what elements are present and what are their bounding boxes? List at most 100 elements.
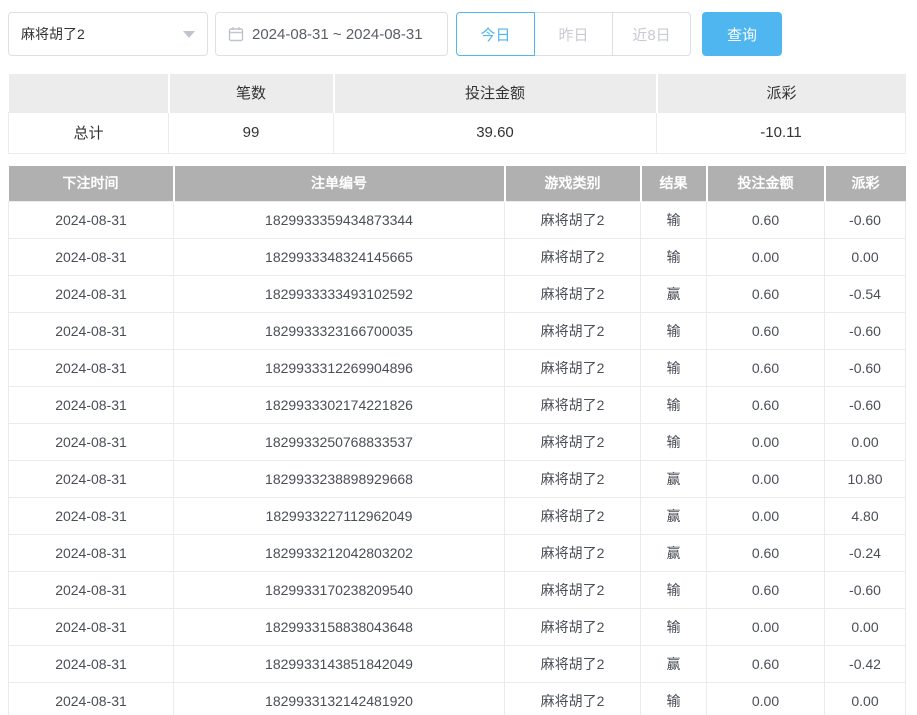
payout-cell: -0.60 [825, 387, 906, 424]
header-game-type: 游戏类别 [505, 166, 641, 202]
yesterday-button[interactable]: 昨日 [534, 12, 613, 56]
bet-amount-cell: 0.60 [707, 387, 825, 424]
game-type-cell: 麻将胡了2 [505, 646, 641, 683]
payout-cell: 0.00 [825, 609, 906, 646]
records-table: 下注时间 注单编号 游戏类别 结果 投注金额 派彩 2024-08-311829… [8, 166, 906, 715]
order-no-cell: 1829933333493102592 [174, 276, 505, 313]
result-cell: 输 [641, 239, 707, 276]
table-row: 2024-08-311829933132142481920麻将胡了2输0.000… [9, 683, 906, 715]
result-cell: 输 [641, 313, 707, 350]
header-payout: 派彩 [825, 166, 906, 202]
bet-amount-cell: 0.60 [707, 535, 825, 572]
bet-amount-cell: 0.60 [707, 276, 825, 313]
summary-total-row: 总计 99 39.60 -10.11 [9, 112, 906, 153]
summary-total-payout: -10.11 [657, 112, 906, 153]
payout-cell: 0.00 [825, 424, 906, 461]
summary-header-payout: 派彩 [657, 74, 906, 112]
bet-amount-cell: 0.00 [707, 683, 825, 715]
table-row: 2024-08-311829933333493102592麻将胡了2赢0.60-… [9, 276, 906, 313]
bet-time-cell: 2024-08-31 [9, 239, 174, 276]
result-cell: 赢 [641, 646, 707, 683]
game-type-cell: 麻将胡了2 [505, 424, 641, 461]
bet-amount-cell: 0.00 [707, 461, 825, 498]
game-type-cell: 麻将胡了2 [505, 609, 641, 646]
order-no-cell: 1829933227112962049 [174, 498, 505, 535]
bet-amount-cell: 0.60 [707, 350, 825, 387]
payout-cell: -0.42 [825, 646, 906, 683]
bet-time-cell: 2024-08-31 [9, 202, 174, 239]
header-bet-amount: 投注金额 [707, 166, 825, 202]
bet-time-cell: 2024-08-31 [9, 535, 174, 572]
bet-time-cell: 2024-08-31 [9, 646, 174, 683]
order-no-cell: 1829933238898929668 [174, 461, 505, 498]
header-bet-time: 下注时间 [9, 166, 174, 202]
result-cell: 输 [641, 387, 707, 424]
game-select-value: 麻将胡了2 [21, 24, 85, 44]
payout-cell: 0.00 [825, 239, 906, 276]
table-row: 2024-08-311829933227112962049麻将胡了2赢0.004… [9, 498, 906, 535]
result-cell: 赢 [641, 498, 707, 535]
table-row: 2024-08-311829933238898929668麻将胡了2赢0.001… [9, 461, 906, 498]
payout-cell: 4.80 [825, 498, 906, 535]
payout-cell: 10.80 [825, 461, 906, 498]
bet-time-cell: 2024-08-31 [9, 609, 174, 646]
game-type-cell: 麻将胡了2 [505, 276, 641, 313]
table-row: 2024-08-311829933302174221826麻将胡了2输0.60-… [9, 387, 906, 424]
order-no-cell: 1829933143851842049 [174, 646, 505, 683]
result-cell: 输 [641, 683, 707, 715]
table-row: 2024-08-311829933212042803202麻将胡了2赢0.60-… [9, 535, 906, 572]
records-body: 2024-08-311829933359434873344麻将胡了2输0.60-… [9, 202, 906, 715]
result-cell: 赢 [641, 461, 707, 498]
summary-table: 笔数 投注金额 派彩 总计 99 39.60 -10.11 [8, 74, 906, 154]
bet-time-cell: 2024-08-31 [9, 276, 174, 313]
payout-cell: 0.00 [825, 683, 906, 715]
last-8-days-button[interactable]: 近8日 [612, 12, 691, 56]
calendar-icon [228, 26, 244, 42]
bet-time-cell: 2024-08-31 [9, 313, 174, 350]
game-type-cell: 麻将胡了2 [505, 572, 641, 609]
payout-cell: -0.60 [825, 313, 906, 350]
result-cell: 输 [641, 202, 707, 239]
order-no-cell: 1829933348324145665 [174, 239, 505, 276]
search-button[interactable]: 查询 [702, 12, 782, 56]
bet-amount-cell: 0.00 [707, 609, 825, 646]
summary-header-empty [9, 74, 169, 112]
records-header-row: 下注时间 注单编号 游戏类别 结果 投注金额 派彩 [9, 166, 906, 202]
table-row: 2024-08-311829933158838043648麻将胡了2输0.000… [9, 609, 906, 646]
order-no-cell: 1829933158838043648 [174, 609, 505, 646]
game-type-cell: 麻将胡了2 [505, 498, 641, 535]
today-button[interactable]: 今日 [456, 12, 535, 56]
summary-total-bet-amount: 39.60 [334, 112, 657, 153]
result-cell: 输 [641, 424, 707, 461]
table-row: 2024-08-311829933312269904896麻将胡了2输0.60-… [9, 350, 906, 387]
bet-amount-cell: 0.60 [707, 202, 825, 239]
result-cell: 输 [641, 609, 707, 646]
bet-time-cell: 2024-08-31 [9, 572, 174, 609]
payout-cell: -0.54 [825, 276, 906, 313]
game-type-cell: 麻将胡了2 [505, 461, 641, 498]
quick-range-group: 今日 昨日 近8日 [456, 12, 691, 56]
bet-amount-cell: 0.00 [707, 424, 825, 461]
game-select[interactable]: 麻将胡了2 [8, 12, 208, 56]
game-type-cell: 麻将胡了2 [505, 202, 641, 239]
order-no-cell: 1829933132142481920 [174, 683, 505, 715]
game-type-cell: 麻将胡了2 [505, 683, 641, 715]
bet-amount-cell: 0.60 [707, 572, 825, 609]
bet-time-cell: 2024-08-31 [9, 387, 174, 424]
table-row: 2024-08-311829933143851842049麻将胡了2赢0.60-… [9, 646, 906, 683]
table-row: 2024-08-311829933323166700035麻将胡了2输0.60-… [9, 313, 906, 350]
table-row: 2024-08-311829933359434873344麻将胡了2输0.60-… [9, 202, 906, 239]
header-result: 结果 [641, 166, 707, 202]
date-range-picker[interactable]: 2024-08-31 ~ 2024-08-31 [215, 12, 448, 56]
order-no-cell: 1829933250768833537 [174, 424, 505, 461]
bet-amount-cell: 0.60 [707, 646, 825, 683]
order-no-cell: 1829933312269904896 [174, 350, 505, 387]
bet-time-cell: 2024-08-31 [9, 683, 174, 715]
bet-amount-cell: 0.00 [707, 239, 825, 276]
bet-amount-cell: 0.60 [707, 313, 825, 350]
result-cell: 赢 [641, 276, 707, 313]
order-no-cell: 1829933302174221826 [174, 387, 505, 424]
payout-cell: -0.60 [825, 202, 906, 239]
chevron-down-icon [183, 31, 195, 38]
summary-total-label: 总计 [9, 112, 169, 153]
